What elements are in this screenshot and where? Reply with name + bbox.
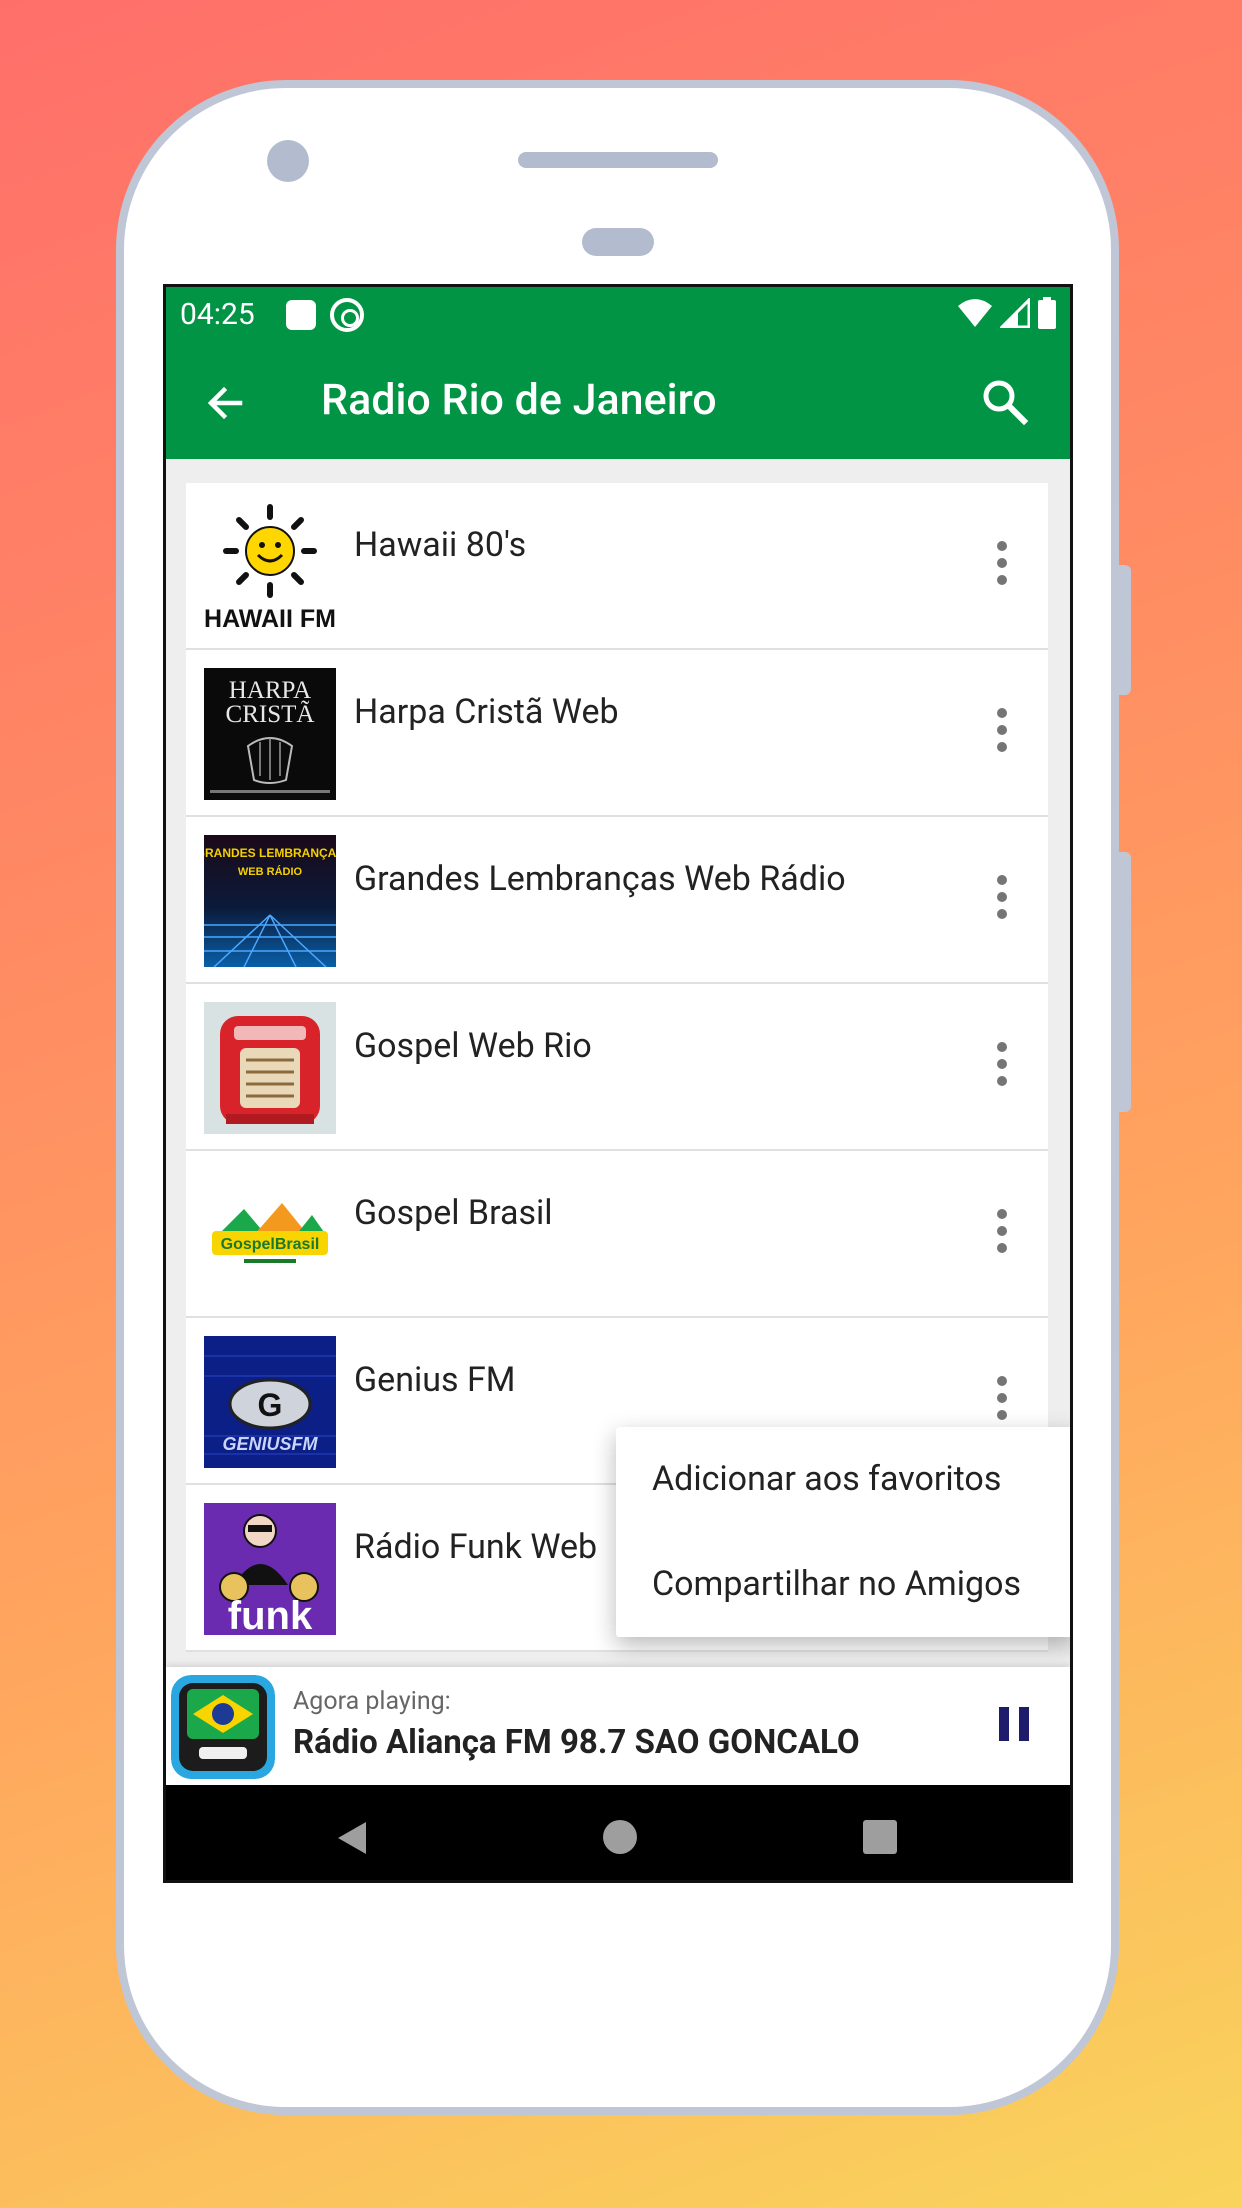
page-title: Radio Rio de Janeiro xyxy=(321,375,717,425)
now-playing-logo xyxy=(171,1675,275,1779)
svg-text:GRANDES LEMBRANÇAS: GRANDES LEMBRANÇAS xyxy=(204,846,336,860)
sync-icon xyxy=(330,298,364,332)
phone-sensor xyxy=(582,228,654,256)
station-name: Hawaii 80's xyxy=(354,525,527,565)
station-row-gospel-web-rio[interactable]: Gospel Web Rio xyxy=(186,984,1048,1151)
menu-item-add-favorite[interactable]: Adicionar aos favoritos xyxy=(616,1427,1070,1532)
station-name: Grandes Lembranças Web Rádio xyxy=(354,859,846,899)
svg-text:funk: funk xyxy=(228,1594,313,1635)
svg-text:CRISTÃ: CRISTÃ xyxy=(226,700,315,728)
station-logo-funk: funk xyxy=(204,1503,336,1635)
status-time: 04:25 xyxy=(180,297,255,332)
station-row-gospel-brasil[interactable]: GospelBrasil Gospel Brasil xyxy=(186,1151,1048,1318)
more-options-icon[interactable] xyxy=(994,708,1010,756)
station-row-harpa[interactable]: HARPA CRISTÃ Harpa Cristã Web xyxy=(186,650,1048,817)
nav-home-icon[interactable] xyxy=(603,1820,637,1854)
more-options-icon[interactable] xyxy=(994,1042,1010,1090)
station-name: Gospel Brasil xyxy=(354,1193,553,1233)
station-name: Rádio Funk Web xyxy=(354,1527,598,1567)
context-menu: Adicionar aos favoritos Compartilhar no … xyxy=(616,1427,1070,1637)
wifi-icon xyxy=(958,299,992,327)
svg-text:GospelBrasil: GospelBrasil xyxy=(221,1236,320,1253)
station-name: Genius FM xyxy=(354,1360,516,1400)
menu-item-share[interactable]: Compartilhar no Amigos xyxy=(616,1532,1070,1637)
svg-text:WEB RÁDIO: WEB RÁDIO xyxy=(238,865,303,878)
more-options-icon[interactable] xyxy=(994,1209,1010,1257)
station-logo-gospel-web-rio xyxy=(204,1002,336,1134)
nav-recents-icon[interactable] xyxy=(863,1820,897,1854)
now-playing-caption: Agora playing: xyxy=(293,1687,451,1716)
phone-side-button xyxy=(1119,565,1131,695)
status-icons xyxy=(958,297,1056,329)
station-logo-grandes: GRANDES LEMBRANÇAS WEB RÁDIO xyxy=(204,835,336,967)
station-name: Gospel Web Rio xyxy=(354,1026,592,1066)
app-bar: Radio Rio de Janeiro xyxy=(166,347,1070,459)
app-screen: 04:25 Radio Rio de Janeiro HAWAII FM Haw… xyxy=(163,284,1073,1883)
more-options-icon[interactable] xyxy=(994,1376,1010,1424)
status-bar: 04:25 xyxy=(166,287,1070,347)
svg-text:HAWAII FM: HAWAII FM xyxy=(204,605,336,633)
more-options-icon[interactable] xyxy=(994,541,1010,589)
phone-speaker xyxy=(518,152,718,168)
station-logo-genius: G GENIUSFM xyxy=(204,1336,336,1468)
search-icon[interactable] xyxy=(978,375,1032,429)
station-logo-gospel-brasil: GospelBrasil xyxy=(204,1169,336,1301)
now-playing-title: Rádio Aliança FM 98.7 SAO GONCALO xyxy=(293,1723,860,1762)
phone-camera xyxy=(267,140,309,182)
pause-icon[interactable] xyxy=(999,1707,1033,1741)
system-nav-bar xyxy=(166,1785,1070,1880)
station-name: Harpa Cristã Web xyxy=(354,692,619,732)
now-playing-bar[interactable]: Agora playing: Rádio Aliança FM 98.7 SAO… xyxy=(166,1667,1070,1785)
station-row-hawaii[interactable]: HAWAII FM Hawaii 80's xyxy=(186,483,1048,650)
station-logo-harpa: HARPA CRISTÃ xyxy=(204,668,336,800)
more-options-icon[interactable] xyxy=(994,875,1010,923)
station-logo-hawaii: HAWAII FM xyxy=(204,501,336,633)
svg-text:HARPA: HARPA xyxy=(229,677,311,704)
signal-icon xyxy=(1000,298,1030,328)
svg-text:G: G xyxy=(258,1387,283,1423)
station-row-grandes[interactable]: GRANDES LEMBRANÇAS WEB RÁDIO Grandes Lem… xyxy=(186,817,1048,984)
phone-volume-button xyxy=(1119,852,1131,1112)
notification-icon xyxy=(286,300,316,330)
battery-icon xyxy=(1038,297,1056,329)
nav-back-icon[interactable] xyxy=(336,1820,368,1856)
back-arrow-icon[interactable] xyxy=(200,377,252,429)
svg-text:GENIUSFM: GENIUSFM xyxy=(222,1434,318,1454)
